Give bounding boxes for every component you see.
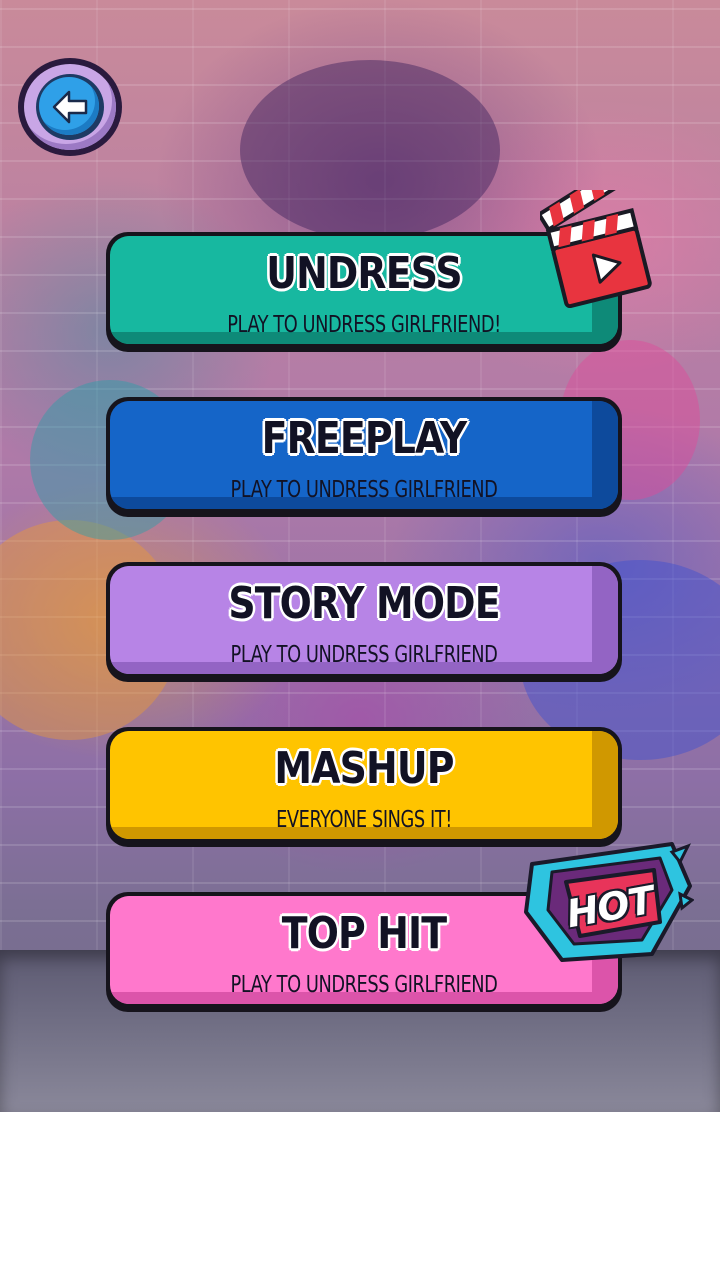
button-title: STORY MODE xyxy=(228,578,500,629)
button-subtitle: PLAY TO UNDRESS GIRLFRIEND! xyxy=(227,312,501,338)
graffiti-blob xyxy=(240,60,500,240)
button-title: TOP HIT xyxy=(281,908,447,959)
button-subtitle: EVERYONE SINGS IT! xyxy=(276,807,452,833)
button-face: FREEPLAY PLAY TO UNDRESS GIRLFRIEND xyxy=(110,401,618,509)
freeplay-button[interactable]: FREEPLAY PLAY TO UNDRESS GIRLFRIEND xyxy=(106,397,622,517)
button-title: MASHUP xyxy=(274,743,454,794)
mashup-button[interactable]: MASHUP EVERYONE SINGS IT! xyxy=(106,727,622,847)
button-subtitle: PLAY TO UNDRESS GIRLFRIEND xyxy=(230,642,498,668)
clapperboard-icon xyxy=(540,190,652,308)
button-title: UNDRESS xyxy=(266,248,462,299)
button-subtitle: PLAY TO UNDRESS GIRLFRIEND xyxy=(230,972,498,998)
button-subtitle: PLAY TO UNDRESS GIRLFRIEND xyxy=(230,477,498,503)
arrow-left-icon xyxy=(52,90,88,124)
story-mode-button[interactable]: STORY MODE PLAY TO UNDRESS GIRLFRIEND xyxy=(106,562,622,682)
button-face: STORY MODE PLAY TO UNDRESS GIRLFRIEND xyxy=(110,566,618,674)
button-face: MASHUP EVERYONE SINGS IT! xyxy=(110,731,618,839)
button-title: FREEPLAY xyxy=(261,413,468,464)
back-button[interactable] xyxy=(18,58,122,156)
